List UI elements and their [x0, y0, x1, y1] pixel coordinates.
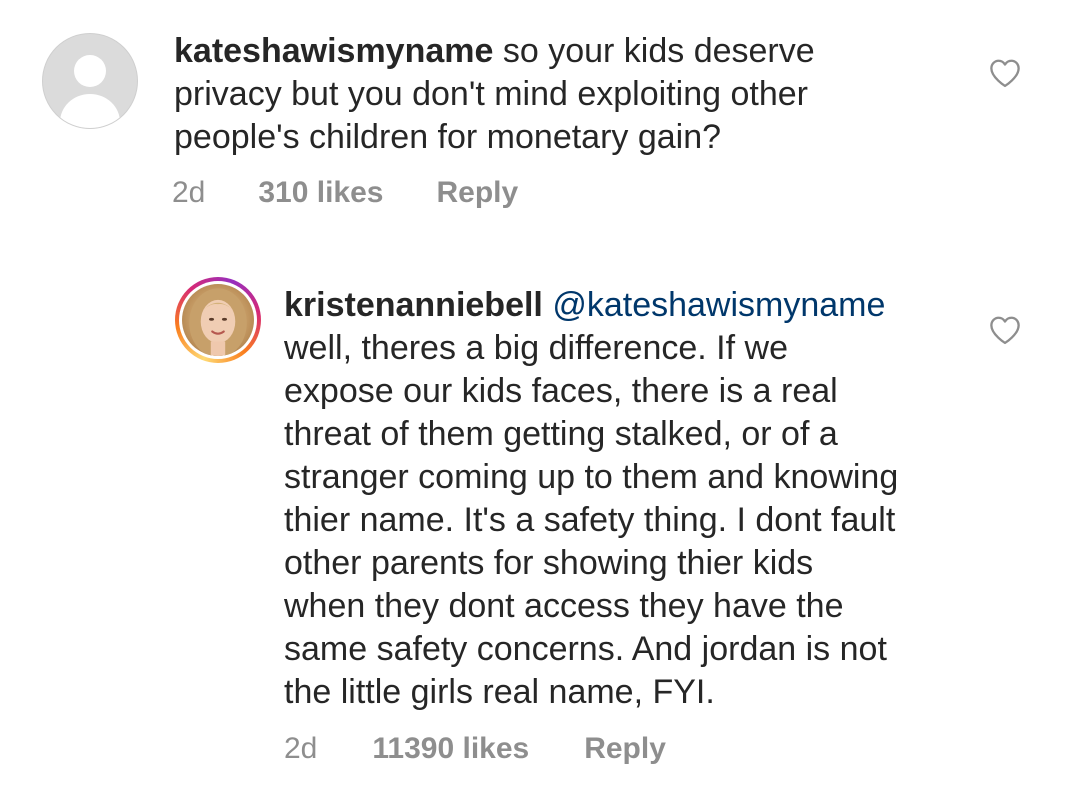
comment-body-line: threat of them getting stalked, or of a: [284, 415, 838, 453]
story-ring[interactable]: [175, 277, 261, 363]
profile-avatar: [182, 284, 254, 356]
comment-body-line: people's children for monetary gain?: [174, 118, 722, 156]
avatar-body-shape: [59, 94, 121, 128]
comment-text: kateshawismyname so your kids deserve pr…: [174, 30, 815, 159]
mention-link[interactable]: @kateshawismyname: [552, 286, 885, 324]
comment-meta: 2d 11390 likes Reply: [284, 732, 666, 766]
heart-outline-icon[interactable]: [988, 58, 1022, 88]
comment-likes-count[interactable]: 11390 likes: [372, 732, 529, 766]
comment-body-line: when they dont access they have the: [284, 587, 844, 625]
comment-body-line: well, theres a big difference. If we: [284, 329, 788, 367]
default-avatar-icon[interactable]: [42, 33, 138, 129]
comment-body-line: the little girls real name, FYI.: [284, 673, 715, 711]
comment-body-line: same safety concerns. And jordan is not: [284, 630, 887, 668]
comment-line: kateshawismyname so your kids deserve: [174, 30, 815, 73]
comment-body-line: so your kids deserve: [493, 32, 815, 70]
comment-text: kristenanniebell @kateshawismyname well,…: [284, 284, 898, 714]
comment-meta: 2d 310 likes Reply: [172, 176, 518, 210]
reply-comment-item: kristenanniebell @kateshawismyname well,…: [0, 260, 1080, 810]
avatar-inner: [179, 281, 257, 359]
reply-button[interactable]: Reply: [584, 732, 666, 766]
avatar-head-shape: [74, 54, 106, 87]
comment-body-line: stranger coming up to them and knowing: [284, 458, 899, 496]
heart-outline-icon[interactable]: [988, 315, 1022, 345]
comment-body-line: privacy but you don't mind exploiting ot…: [174, 75, 808, 113]
comment-timestamp: 2d: [284, 732, 318, 765]
avatar-photo-illustration: [189, 288, 247, 356]
reply-button[interactable]: Reply: [437, 176, 519, 210]
comment-line: kristenanniebell @kateshawismyname: [284, 284, 898, 327]
comment-item: kateshawismyname so your kids deserve pr…: [0, 0, 1080, 240]
comment-timestamp: 2d: [172, 176, 206, 209]
comment-username[interactable]: kristenanniebell: [284, 286, 543, 324]
comment-likes-count[interactable]: 310 likes: [258, 176, 383, 210]
comment-body-line: thier name. It's a safety thing. I dont …: [284, 501, 896, 539]
comment-body-line: other parents for showing thier kids: [284, 544, 814, 582]
comment-body-line: expose our kids faces, there is a real: [284, 372, 838, 410]
comment-username[interactable]: kateshawismyname: [174, 32, 493, 70]
